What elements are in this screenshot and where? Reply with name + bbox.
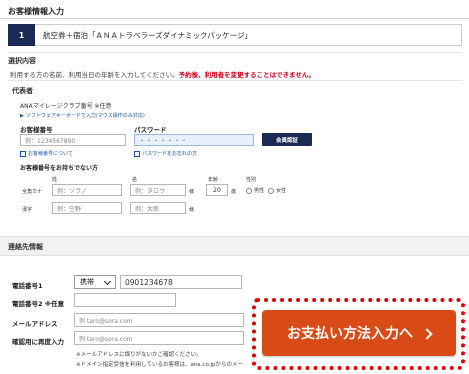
- gender-female-label: 女性: [276, 188, 287, 194]
- phone-type-value: 携帯: [80, 278, 94, 286]
- honorific-kanji: 様: [189, 207, 195, 213]
- member-number-label: お客様番号: [20, 126, 53, 134]
- step-label: 航空券＋宿泊「ＡＮＡトラベラーズダイナミックパッケージ」: [43, 31, 252, 40]
- gender-male-label: 男性: [254, 188, 265, 194]
- kana-row-label: 全角カナ: [22, 189, 43, 195]
- email-note-1: ※メールアドレスに誤りがないかご確認ください。: [76, 352, 202, 358]
- link-box-icon: [134, 150, 140, 157]
- arrow-right-icon: ▶: [20, 113, 24, 119]
- selection-divider-bottom: [8, 80, 462, 81]
- email-note-2: ※ドメイン指定受信を利用しているお客様は、ana.co.jpからのメー: [76, 362, 243, 368]
- representative-heading: 代表者: [12, 87, 33, 95]
- gender-male-option[interactable]: 男性: [246, 187, 264, 194]
- selection-description-text: 利用する方の名前、利用当日の年齢を入力してください。: [10, 71, 179, 79]
- password-label: パスワード: [134, 126, 167, 134]
- forgot-password-text: パスワードをお忘れの方: [142, 151, 198, 157]
- member-number-help-link[interactable]: お客様番号について: [20, 150, 73, 157]
- email-input[interactable]: 例 taro@sora.com: [74, 313, 244, 327]
- amc-number-label: ANAマイレージクラブ番号 ※任意: [20, 103, 112, 110]
- radio-icon: [246, 187, 252, 194]
- age-input[interactable]: 20: [206, 184, 228, 196]
- kanji-last-name-input[interactable]: 例：空野: [52, 202, 122, 214]
- title-divider: [0, 18, 469, 19]
- selection-divider: [8, 52, 462, 53]
- chevron-right-icon: [421, 327, 433, 340]
- phone2-input[interactable]: [74, 293, 176, 307]
- chevron-down-icon: [103, 277, 112, 286]
- kana-last-name-input[interactable]: 例：ソラノ: [52, 184, 122, 196]
- kana-first-name-input[interactable]: 例：タロウ: [130, 184, 186, 196]
- contact-section-band: [0, 236, 469, 256]
- page-title: お客様情報入力: [8, 7, 64, 16]
- radio-icon: [268, 187, 274, 194]
- phone2-label: 電話番号2 ※任意: [12, 300, 65, 308]
- column-age: 年齢: [208, 177, 219, 183]
- selection-heading: 選択内容: [8, 57, 36, 65]
- column-last-name: 姓: [52, 177, 58, 183]
- no-number-label: お客様番号をお持ちでない方: [20, 165, 99, 172]
- honorific-kana: 様: [189, 189, 195, 195]
- email-confirm-label: 確認用に再度入力: [12, 338, 64, 346]
- phone1-input[interactable]: 0901234678: [120, 275, 242, 289]
- member-number-help-text: お客様番号について: [28, 151, 73, 157]
- age-unit: 歳: [231, 189, 237, 195]
- gender-female-option[interactable]: 女性: [268, 187, 286, 194]
- column-first-name: 名: [132, 177, 138, 183]
- contact-heading: 連絡先情報: [8, 243, 43, 251]
- forgot-password-link[interactable]: パスワードをお忘れの方: [134, 150, 197, 157]
- link-box-icon: [20, 150, 26, 157]
- member-number-input[interactable]: 例：1234567890: [20, 134, 126, 146]
- column-gender: 性別: [246, 177, 257, 183]
- member-auth-button[interactable]: 会員認証: [262, 133, 312, 146]
- kanji-row-label: 漢字: [22, 207, 33, 213]
- password-input[interactable]: ・・・・・・・: [134, 134, 254, 146]
- software-keyboard-link[interactable]: ▶ ソフトウェアキーボードで入力(マウス操作のみ対応): [20, 112, 145, 119]
- phone-type-select[interactable]: 携帯: [74, 275, 116, 289]
- kanji-first-name-input[interactable]: 例：太郎: [130, 202, 186, 214]
- email-confirm-input[interactable]: 例 taro@sora.com: [74, 331, 244, 345]
- phone1-label: 電話番号1: [12, 282, 43, 290]
- email-label: メールアドレス: [12, 320, 58, 328]
- selection-warning: 予約後、利用者を変更することはできません。: [178, 71, 315, 79]
- proceed-to-payment-label: お支払い方法入力へ: [287, 326, 413, 342]
- software-keyboard-link-text: ソフトウェアキーボードで入力(マウス操作のみ対応): [25, 113, 145, 119]
- step-number: 1: [8, 24, 35, 46]
- selection-description: 利用する方の名前、利用当日の年齢を入力してください。予約後、利用者を変更すること…: [10, 69, 315, 79]
- proceed-to-payment-button[interactable]: お支払い方法入力へ: [262, 310, 456, 356]
